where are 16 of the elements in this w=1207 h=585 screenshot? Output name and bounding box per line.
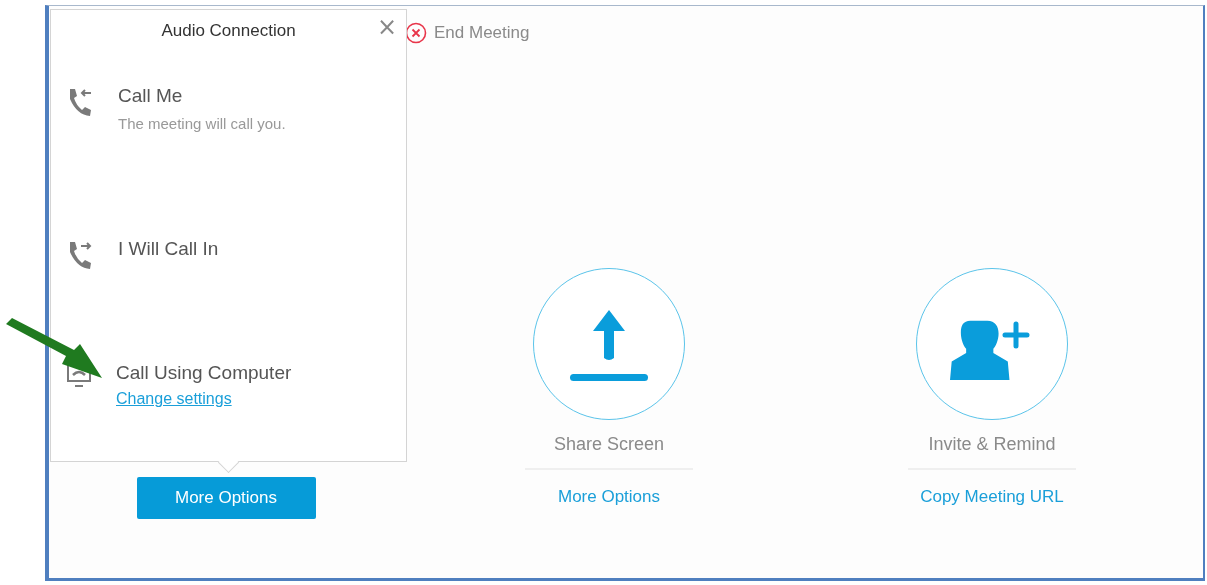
action-label: Share Screen — [553, 434, 665, 455]
close-circle-icon — [405, 22, 427, 44]
action-label: Invite & Remind — [928, 434, 1056, 455]
change-settings-link[interactable]: Change settings — [116, 390, 292, 408]
option-description: The meeting will call you. — [118, 115, 286, 132]
phone-arrow-icon — [67, 87, 93, 117]
end-meeting-button[interactable]: End Meeting — [434, 23, 530, 43]
close-button[interactable]: × — [376, 15, 397, 39]
more-options-button[interactable]: More Options — [136, 477, 316, 519]
action-link[interactable]: Copy Meeting URL — [920, 487, 1064, 507]
option-label[interactable]: I Will Call In — [118, 238, 219, 260]
phone-arrow-icon — [67, 240, 93, 270]
popup-title: Audio Connection — [161, 21, 296, 40]
option-label[interactable]: Call Using Computer — [116, 362, 292, 384]
option-label[interactable]: Call Me — [118, 85, 286, 107]
action-link[interactable]: More Options — [557, 487, 660, 507]
